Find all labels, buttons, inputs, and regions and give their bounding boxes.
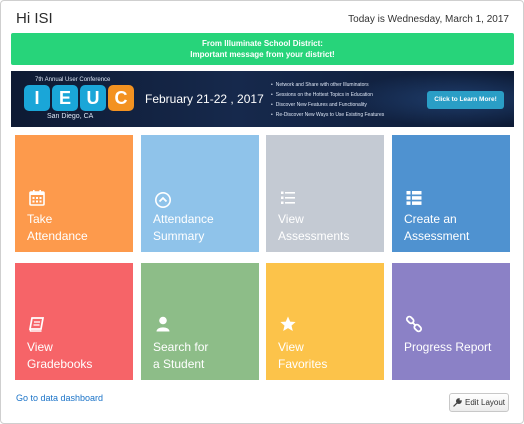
book-icon	[28, 317, 45, 332]
logo-letter: C	[108, 85, 134, 111]
greeting-title: Hi ISI	[16, 10, 53, 27]
tile-label: Create an Assessment	[404, 212, 470, 243]
tile-label: Take Attendance	[27, 212, 88, 243]
star-icon	[280, 316, 296, 331]
message-heading: From Illuminate School District:	[202, 39, 323, 48]
highlight-item: Sessions on the Hottest Topics in Educat…	[271, 90, 431, 100]
tile-label: View Assessments	[278, 212, 350, 243]
tile-progress-report[interactable]: Progress Report	[392, 263, 510, 380]
tile-view-gradebooks[interactable]: View Gradebooks	[15, 263, 133, 380]
highlight-item: Re-Discover New Ways to Use Existing Fea…	[271, 110, 431, 120]
conference-banner[interactable]: 7th Annual User Conference I E U C San D…	[11, 71, 514, 127]
tile-label: View Gradebooks	[27, 340, 93, 371]
data-dashboard-link[interactable]: Go to data dashboard	[16, 393, 103, 403]
district-message-bar: From Illuminate School District: Importa…	[11, 33, 514, 65]
edit-layout-label: Edit Layout	[464, 398, 506, 407]
highlight-item: Network and Share with other Illuminator…	[271, 80, 431, 90]
tile-label: Progress Report	[404, 340, 492, 354]
logo-letter: I	[24, 85, 50, 111]
conference-title: 7th Annual User Conference	[35, 77, 111, 83]
highlight-item: Discover New Features and Functionality	[271, 100, 431, 110]
tile-take-attendance[interactable]: Take Attendance	[15, 135, 133, 252]
logo-letter: E	[52, 85, 78, 111]
list-icon	[281, 191, 295, 204]
tile-label: View Favorites	[278, 340, 328, 371]
edit-layout-button[interactable]: Edit Layout	[449, 393, 509, 412]
logo-letter: U	[80, 85, 106, 111]
wrench-icon	[453, 398, 462, 407]
learn-more-button[interactable]: Click to Learn More!	[427, 91, 504, 109]
conference-highlights: Network and Share with other Illuminator…	[271, 80, 431, 120]
tile-view-favorites[interactable]: View Favorites	[266, 263, 384, 380]
conference-location: San Diego, CA	[47, 113, 94, 120]
conference-logo: I E U C	[24, 85, 136, 111]
chevron-circle-up-icon	[155, 192, 171, 208]
tile-view-assessments[interactable]: View Assessments	[266, 135, 384, 252]
page-header: Hi ISI Today is Wednesday, March 1, 2017	[1, 1, 524, 33]
tile-label: Attendance Summary	[153, 212, 214, 243]
current-date: Today is Wednesday, March 1, 2017	[348, 14, 509, 25]
tile-search-student[interactable]: Search for a Student	[141, 263, 259, 380]
calendar-icon	[29, 190, 45, 206]
link-icon	[405, 315, 423, 333]
user-icon	[156, 316, 170, 332]
list-alt-icon	[406, 191, 422, 205]
message-body: Important message from your district!	[190, 50, 335, 59]
conference-dates: February 21-22 , 2017	[145, 92, 264, 106]
tile-label: Search for a Student	[153, 340, 209, 371]
tile-attendance-summary[interactable]: Attendance Summary	[141, 135, 259, 252]
app-frame: Hi ISI Today is Wednesday, March 1, 2017…	[0, 0, 524, 424]
tile-create-assessment[interactable]: Create an Assessment	[392, 135, 510, 252]
